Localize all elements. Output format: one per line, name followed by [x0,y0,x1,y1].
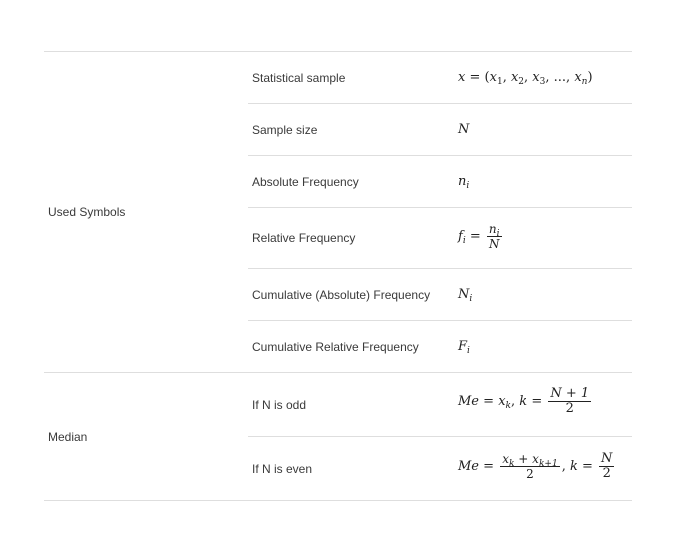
row-divider [248,207,632,208]
formula-relative-frequency: fi = ni N [458,222,502,251]
table-bottom-border [44,500,632,501]
row-divider [248,268,632,269]
row-description: Statistical sample [252,71,346,85]
row-divider [248,320,632,321]
row-divider [248,436,632,437]
section-label-median: Median [48,430,88,444]
formula-absolute-frequency: ni [458,174,470,191]
section-divider [44,372,632,373]
row-divider [248,103,632,104]
formula-cumulative-relative-frequency: Fi [458,339,470,356]
row-description: Absolute Frequency [252,175,359,189]
formula-cumulative-frequency: Ni [458,287,473,304]
formula-median-even: Me = xk + xk+1 2 , k = N 2 [458,451,615,481]
row-description: If N is even [252,462,313,476]
formula-sample-size: N [458,122,470,137]
row-description: Sample size [252,123,318,137]
row-description: Cumulative (Absolute) Frequency [252,288,431,302]
row-description: If N is odd [252,398,307,412]
table-top-border [44,51,632,52]
row-divider [248,155,632,156]
formula-median-odd: Me = xk, k = N + 1 2 [458,386,592,416]
row-description: Cumulative Relative Frequency [252,340,419,354]
section-label-used-symbols: Used Symbols [48,205,126,219]
row-description: Relative Frequency [252,231,356,245]
formula-statistical-sample: x = (x1, x2, x3, ..., xn) [458,70,593,87]
